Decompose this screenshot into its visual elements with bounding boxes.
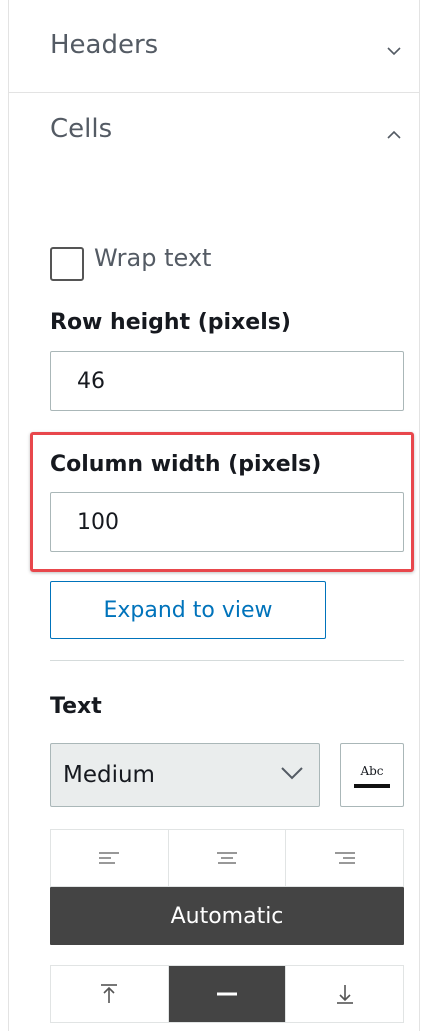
align-bottom-button[interactable] [286, 966, 404, 1022]
align-top-icon [101, 984, 118, 1003]
panel-left-border [8, 0, 9, 1031]
align-center-icon [217, 852, 237, 864]
align-top-button[interactable] [51, 966, 169, 1022]
horizontal-alignment-group [50, 829, 404, 887]
chevron-down-icon [281, 767, 303, 780]
align-center-button[interactable] [168, 830, 287, 886]
align-middle-icon [217, 992, 237, 996]
wrap-text-checkbox[interactable] [50, 247, 84, 281]
text-label: Text [50, 694, 102, 719]
font-size-select[interactable]: Medium [50, 743, 320, 807]
align-middle-button[interactable] [168, 966, 287, 1022]
automatic-alignment-button[interactable]: Automatic [50, 887, 404, 945]
cells-section-title: Cells [50, 114, 113, 144]
headers-section-toggle[interactable]: Headers [50, 30, 405, 70]
section-divider [9, 92, 419, 93]
panel-right-border [419, 0, 420, 1031]
align-left-button[interactable] [51, 830, 169, 886]
column-width-input[interactable] [50, 492, 404, 552]
headers-section-title: Headers [50, 30, 159, 60]
chevron-up-icon [387, 130, 401, 139]
text-color-button[interactable]: Abc [340, 743, 404, 807]
text-color-icon-label: Abc [360, 764, 384, 778]
vertical-alignment-group [50, 965, 404, 1023]
align-right-button[interactable] [286, 830, 404, 886]
align-bottom-icon [336, 985, 353, 1004]
wrap-text-label: Wrap text [94, 244, 212, 272]
text-color-icon [354, 784, 390, 788]
expand-to-view-button[interactable]: Expand to view [50, 581, 326, 639]
align-right-icon [334, 852, 355, 864]
format-panel: Headers Cells Wrap text Row height (pixe… [0, 0, 423, 1031]
font-size-value: Medium [63, 762, 155, 788]
align-left-icon [99, 852, 120, 864]
column-width-label: Column width (pixels) [50, 452, 322, 477]
row-height-label: Row height (pixels) [50, 310, 291, 335]
chevron-down-icon [387, 47, 401, 56]
text-divider [50, 660, 404, 661]
cells-section-toggle[interactable]: Cells [50, 114, 405, 154]
row-height-input[interactable] [50, 351, 404, 411]
